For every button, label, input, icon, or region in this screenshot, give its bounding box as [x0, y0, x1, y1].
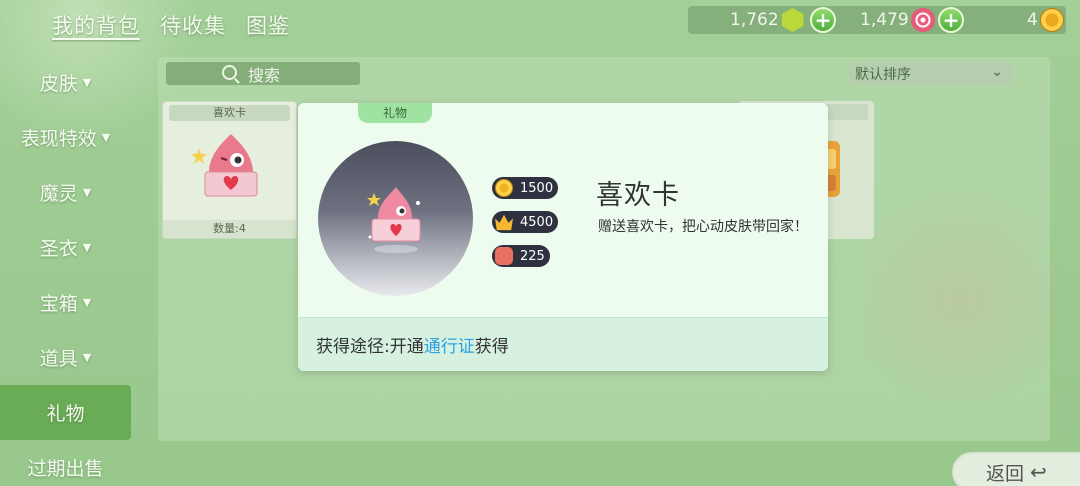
sidebar-item-gifts[interactable]: 礼物 — [0, 385, 131, 440]
item-detail-modal: 礼物 1500 4500 225 喜欢卡 赠送喜欢卡，把心动皮肤带回家！ 获得途… — [298, 103, 828, 371]
sort-dropdown[interactable]: 默认排序 ⌄ — [849, 62, 1013, 85]
top-tabs: 我的背包 待收集 图鉴 — [52, 10, 290, 40]
tab-catalog[interactable]: 图鉴 — [246, 10, 290, 40]
add-gems-button[interactable]: + — [810, 7, 836, 33]
stat-coin: 1500 — [492, 177, 558, 199]
return-label: 返回 — [986, 462, 1025, 485]
candy-amount: 1,479 — [860, 10, 909, 30]
chevron-down-icon: ⌄ — [991, 64, 1003, 80]
item-portrait — [318, 141, 473, 296]
coin-amount: 4 — [1027, 10, 1038, 30]
sidebar-item-chests[interactable]: 宝箱 ▼ — [0, 275, 131, 330]
item-stats: 1500 4500 225 — [492, 177, 558, 279]
sidebar-item-props[interactable]: 道具 ▼ — [0, 330, 131, 385]
coin-icon — [495, 179, 513, 197]
sidebar-item-skins[interactable]: 皮肤 ▼ — [0, 55, 131, 110]
sidebar: 皮肤 ▼ 表现特效 ▼ 魔灵 ▼ 圣衣 ▼ 宝箱 ▼ 道具 ▼ 礼物 过期出售 — [0, 55, 131, 486]
sort-selected: 默认排序 — [855, 66, 911, 83]
gem-amount: 1,762 — [730, 10, 779, 30]
currency-bar: 1,762 + 1,479 + 4 — [688, 6, 1066, 34]
return-button[interactable]: 返回 ↩ — [952, 452, 1080, 486]
pink-creature-icon — [191, 134, 258, 197]
return-arrow-icon: ↩ — [1030, 460, 1047, 484]
candy-currency: 1,479 — [860, 6, 935, 34]
coin-currency: 4 — [1027, 6, 1064, 34]
item-card-like-card[interactable]: 喜欢卡 数量:4 — [162, 101, 297, 239]
chevron-down-icon: ▼ — [101, 131, 111, 144]
badge-icon — [495, 247, 513, 265]
search-icon — [222, 65, 237, 80]
sidebar-item-effects[interactable]: 表现特效 ▼ — [0, 110, 131, 165]
stat-crown: 4500 — [492, 211, 558, 233]
acquire-prefix: 获得途径:开通 — [316, 337, 424, 357]
chevron-down-icon: ▼ — [82, 351, 92, 364]
tab-my-backpack[interactable]: 我的背包 — [52, 10, 140, 40]
gem-icon — [781, 8, 804, 32]
gem-currency: 1,762 — [730, 6, 805, 34]
acquire-method: 获得途径:开通 通行证 获得 — [298, 317, 828, 371]
chevron-down-icon: ▼ — [82, 186, 92, 199]
sidebar-item-spirits[interactable]: 魔灵 ▼ — [0, 165, 131, 220]
battle-pass-link[interactable]: 通行证 — [424, 332, 475, 357]
tab-to-collect[interactable]: 待收集 — [160, 10, 226, 40]
item-card-name: 喜欢卡 — [169, 105, 290, 121]
candy-icon — [910, 8, 935, 32]
item-title: 喜欢卡 — [596, 180, 680, 211]
crown-icon — [495, 214, 513, 231]
coin-icon — [1039, 8, 1064, 32]
chevron-down-icon: ▼ — [82, 76, 92, 89]
modal-category-tab: 礼物 — [358, 103, 432, 123]
item-description: 赠送喜欢卡，把心动皮肤带回家！ — [598, 219, 808, 235]
acquire-suffix: 获得 — [474, 337, 509, 357]
stat-badge: 225 — [492, 245, 550, 267]
chevron-down-icon: ▼ — [82, 296, 92, 309]
search-input[interactable]: 搜索 — [166, 62, 360, 85]
add-candy-button[interactable]: + — [938, 7, 964, 33]
item-card-quantity: 数量:4 — [163, 220, 296, 238]
search-label: 搜索 — [248, 65, 281, 85]
sidebar-item-holy-cloth[interactable]: 圣衣 ▼ — [0, 220, 131, 275]
sidebar-item-expired-sale[interactable]: 过期出售 — [0, 440, 131, 486]
pink-creature-icon — [367, 187, 421, 253]
chevron-down-icon: ▼ — [82, 241, 92, 254]
